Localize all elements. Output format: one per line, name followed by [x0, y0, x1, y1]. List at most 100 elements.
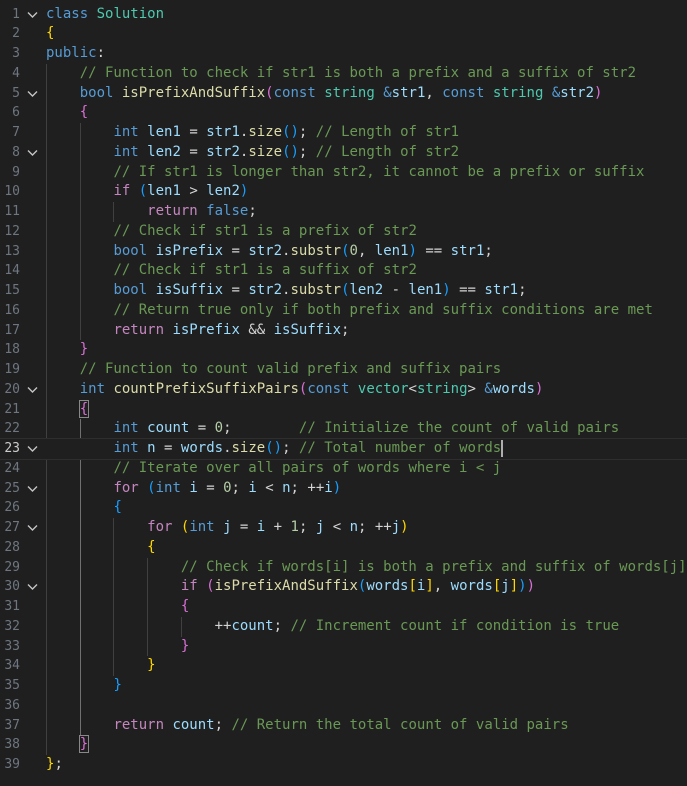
code-line-32[interactable]: 32 ++count; // Increment count if condit…: [0, 617, 687, 637]
code-line-37[interactable]: 37 return count; // Return the total cou…: [0, 716, 687, 736]
token: return: [147, 203, 198, 219]
chevron-down-icon[interactable]: [25, 380, 39, 400]
code-line-14[interactable]: 14 // Check if str1 is a suffix of str2: [0, 261, 687, 281]
code-line-21[interactable]: 21 {: [0, 399, 687, 420]
token: if: [113, 183, 131, 200]
code-line-4[interactable]: 4 // Function to check if str1 is both a…: [0, 64, 687, 84]
code-line-31[interactable]: 31 {: [0, 597, 687, 617]
chevron-down-icon[interactable]: [25, 84, 39, 104]
code-line-26[interactable]: 26 {: [0, 498, 687, 518]
chevron-down-icon[interactable]: [25, 518, 39, 538]
code-line-33[interactable]: 33 }: [0, 637, 687, 657]
token: words: [180, 440, 224, 456]
line-number: 22: [4, 421, 20, 437]
code-line-38[interactable]: 38 }: [0, 735, 687, 755]
token: string: [416, 380, 468, 397]
code-line-30[interactable]: 30 if (isPrefixAndSuffix(words[i], words…: [0, 577, 687, 597]
line-number: 33: [4, 638, 20, 654]
chevron-down-icon[interactable]: [25, 439, 39, 459]
token: ): [408, 242, 417, 259]
code-text: // Check if words[i] is both a prefix an…: [46, 558, 687, 578]
code-line-19[interactable]: 19 // Function to count valid prefix and…: [0, 360, 687, 380]
token: -: [383, 282, 409, 298]
line-number: 29: [4, 559, 20, 575]
code-line-28[interactable]: 28 {: [0, 538, 687, 558]
code-line-23[interactable]: 23 int n = words.size(); // Total number…: [0, 438, 687, 460]
token: isPrefixAndSuffix: [121, 84, 266, 101]
token: len1: [147, 183, 181, 200]
line-number: 6: [12, 105, 20, 121]
code-text: int countPrefixSuffixPairs(const vector<…: [46, 380, 687, 400]
code-line-2[interactable]: 2{: [0, 24, 687, 44]
code-line-17[interactable]: 17 return isPrefix && isSuffix;: [0, 321, 687, 341]
code-line-3[interactable]: 3 public:: [0, 44, 687, 64]
code-line-35[interactable]: 35 }: [0, 676, 687, 696]
code-line-11[interactable]: 11 return false;: [0, 202, 687, 222]
code-line-18[interactable]: 18 }: [0, 340, 687, 360]
code-editor[interactable]: 1 class Solution 2{3 public: 4 // Function t…: [0, 0, 687, 786]
code-line-39[interactable]: 39};: [0, 755, 687, 775]
token: ;: [273, 617, 291, 634]
code-line-9[interactable]: 9 // If str1 is longer than str2, it can…: [0, 163, 687, 183]
token: int: [79, 380, 106, 397]
code-line-24[interactable]: 24 // Iterate over all pairs of words wh…: [0, 459, 687, 479]
code-line-16[interactable]: 16 // Return true only if both prefix an…: [0, 301, 687, 321]
token: // Function to count valid prefix and su…: [79, 361, 502, 377]
token: if: [180, 578, 198, 595]
token: ): [442, 282, 451, 298]
token: len1: [374, 242, 409, 259]
chevron-down-icon[interactable]: [25, 479, 39, 499]
token: ;: [298, 519, 316, 535]
chevron-down-icon[interactable]: [25, 143, 39, 163]
code-line-8[interactable]: 8 int len2 = str2.size(); // Length of s…: [0, 143, 687, 163]
code-text: for (int i = 0; i < n; ++i): [46, 479, 687, 499]
line-number: 15: [4, 283, 20, 298]
code-text: bool isPrefixAndSuffix(const string &str…: [46, 84, 687, 104]
token: // Function to check if str1 is both a p…: [79, 64, 637, 81]
code-line-15[interactable]: 15 bool isSuffix = str2.substr(len2 - le…: [0, 281, 687, 301]
token: // Increment count if condition is true: [290, 617, 620, 634]
chevron-down-icon[interactable]: [25, 5, 39, 25]
token: {: [113, 499, 122, 516]
code-line-13[interactable]: 13 bool isPrefix = str2.substr(0, len1) …: [0, 242, 687, 262]
code-line-5[interactable]: 5 bool isPrefixAndSuffix(const string &s…: [0, 84, 687, 104]
code-line-22[interactable]: 22 int count = 0; // Initialize the coun…: [0, 419, 687, 439]
code-text: public:: [46, 44, 687, 64]
code-line-29[interactable]: 29 // Check if words[i] is both a prefix…: [0, 558, 687, 578]
code-line-1[interactable]: 1 class Solution: [0, 5, 687, 25]
token: false: [206, 203, 249, 219]
token: count: [147, 420, 190, 437]
token: =: [223, 242, 249, 259]
code-line-6[interactable]: 6 {: [0, 103, 687, 123]
token: size: [248, 124, 283, 140]
code-line-10[interactable]: 10 if (len1 > len2): [0, 182, 687, 202]
chevron-down-icon[interactable]: [25, 577, 39, 597]
line-number: 21: [4, 401, 20, 417]
token: const: [442, 84, 485, 101]
code-line-34[interactable]: 34 }: [0, 656, 687, 676]
code-line-12[interactable]: 12 // Check if str1 is a prefix of str2: [0, 222, 687, 242]
code-line-20[interactable]: 20 int countPrefixSuffixPairs(const vect…: [0, 380, 687, 400]
code-line-36[interactable]: 36: [0, 696, 687, 716]
code-text: };: [46, 755, 687, 775]
code-line-25[interactable]: 25 for (int i = 0; i < n; ++i): [0, 479, 687, 499]
token: [: [492, 578, 502, 595]
token: :: [96, 45, 106, 61]
code-line-7[interactable]: 7 int len1 = str1.size(); // Length of s…: [0, 123, 687, 143]
line-number: 13: [4, 243, 20, 259]
token: <: [256, 479, 283, 496]
token: }: [78, 735, 90, 754]
line-number: 24: [4, 460, 20, 476]
code-text: return isPrefix && isSuffix;: [46, 321, 687, 341]
code-line-27[interactable]: 27 for (int j = i + 1; j < n; ++j): [0, 518, 687, 538]
token: }: [180, 637, 190, 654]
token: }: [147, 657, 156, 674]
